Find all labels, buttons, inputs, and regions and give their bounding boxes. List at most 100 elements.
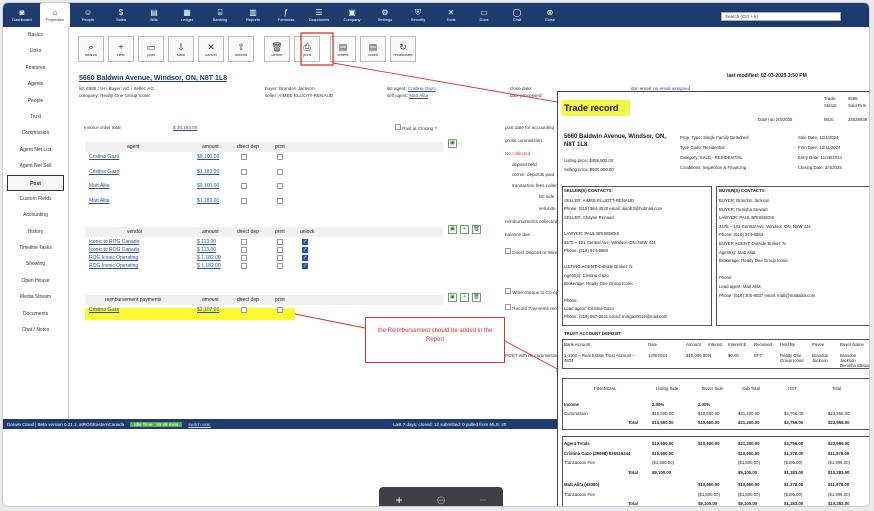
agent-name-link[interactable]: Matt Alita [89, 198, 110, 204]
sidebar-item-documents[interactable]: Documents [3, 306, 68, 322]
direct-dep-checkbox[interactable] [241, 183, 247, 189]
sidebar-item-agent-net-sell[interactable]: Agent Net Sell [3, 158, 68, 174]
trash-icon[interactable]: 🗑 [472, 293, 481, 302]
direct-dep-checkbox[interactable] [241, 154, 247, 160]
notes-button[interactable]: ▤ notes [360, 36, 386, 62]
direct-dep-checkbox[interactable] [241, 239, 247, 245]
sidebar-item-showing[interactable]: Showing [3, 256, 68, 272]
nav-formulas[interactable]: ƒ Formulas [271, 3, 301, 27]
sidebar-item-chat-notes[interactable]: Chat / Notes [3, 322, 68, 338]
sidebar-item-features[interactable]: Features [3, 60, 68, 76]
cancel-button[interactable]: ✕ cancel [198, 36, 224, 62]
print-checkbox[interactable] [277, 168, 283, 175]
vendor-name-link[interactable]: Iconic to ROG Canada [89, 239, 139, 245]
amount-link[interactable]: $ 1,182.00 [197, 255, 221, 261]
unlock-checkbox[interactable]: ✓ [302, 239, 308, 245]
sidebar-item-commission[interactable]: Commission [3, 125, 68, 141]
property-address[interactable]: 5660 Baldwin Avenue, Windsor, ON, N8T 1L… [79, 75, 227, 82]
paid-at-closing[interactable]: Paid at Closing ? [395, 124, 437, 131]
print-checkbox[interactable] [277, 263, 283, 269]
trash-icon[interactable]: 🗑 [472, 225, 481, 234]
nav-chat[interactable]: ◯ Chat [502, 3, 532, 27]
nav-properties[interactable]: ⌂ Properties [40, 3, 70, 27]
nav-close[interactable]: ⊗ Close [535, 3, 565, 27]
posting-checkbox[interactable] [505, 288, 511, 294]
print-checkbox[interactable] [277, 183, 283, 189]
amount-link[interactable]: $2,107.00 [197, 307, 219, 313]
letters-button[interactable]: ▤ letters [330, 36, 356, 62]
nav-banking[interactable]: ⌸ Banking [205, 3, 235, 27]
print-checkbox[interactable] [277, 154, 283, 160]
nav-docs[interactable]: ▭ Docs [469, 3, 499, 27]
zoom-in-button[interactable]: + [396, 493, 403, 506]
unlock-checkbox[interactable]: ✓ [302, 263, 308, 269]
sidebar-item-people[interactable]: People [3, 93, 68, 109]
sidebar-item-timeline-tasks[interactable]: Timeline Tasks [3, 240, 68, 256]
sidebar-item-agents[interactable]: Agents [3, 76, 68, 92]
direct-dep-checkbox[interactable] [241, 247, 247, 253]
sidebar-item-agent-net-list[interactable]: Agent Net List [3, 142, 68, 158]
amount-link[interactable]: $1,183.00 [197, 198, 219, 204]
direct-dep-checkbox[interactable] [241, 168, 247, 175]
search-input[interactable]: Search (Ctrl + k) [721, 12, 841, 21]
nav-ledger[interactable]: ▦ Ledger [172, 3, 202, 27]
sidebar-item-post[interactable]: Post [7, 174, 64, 191]
print-button[interactable]: ⎙ print [294, 36, 320, 62]
sidebar-item-links[interactable]: Links [3, 43, 68, 59]
nav-bills[interactable]: ▤ Bills [139, 3, 169, 27]
nav-settings[interactable]: ⚙ Settings [370, 3, 400, 27]
amount-link[interactable]: $ 1,182.00 [197, 263, 221, 269]
posting-checkbox[interactable] [505, 304, 511, 310]
sidebar-item-open-house[interactable]: Open House [3, 273, 68, 289]
nav-people[interactable]: ☺ People [73, 3, 103, 27]
direct-dep-checkbox[interactable] [241, 263, 247, 269]
print-checkbox[interactable] [277, 307, 283, 313]
grid-icon[interactable]: ▣ [448, 225, 457, 234]
nav-dropdowns[interactable]: ☰ Dropdowns [304, 3, 334, 27]
nav-reports[interactable]: ▥ Reports [238, 3, 268, 27]
agent-name-link[interactable]: Cristina Gazo [89, 169, 119, 175]
print-checkbox[interactable] [277, 197, 283, 204]
vendor-name-link[interactable]: ROG Iconic Operating [89, 263, 138, 269]
sidebar-item-trust[interactable]: Trust [3, 109, 68, 125]
sidebar-item-custom-fields[interactable]: Custom Fields [3, 191, 68, 207]
new-button[interactable]: + new [108, 36, 134, 62]
grid-icon[interactable]: ▣ [448, 139, 457, 148]
recalculate-button[interactable]: ↻ recalculate [390, 36, 416, 62]
sidebar-item-accounting[interactable]: Accounting [3, 207, 68, 223]
sidebar-item-basics[interactable]: Basics [3, 27, 68, 43]
nav-sales[interactable]: $ Sales [106, 3, 136, 27]
direct-dep-checkbox[interactable] [241, 197, 247, 204]
direct-dep-checkbox[interactable] [241, 255, 247, 261]
sidebar-item-history[interactable]: History [3, 224, 68, 240]
grid-icon[interactable]: ▣ [448, 293, 457, 302]
amount-link[interactable]: $ 113.00 [197, 247, 216, 253]
agent-name-link[interactable]: Cristina Gazo [89, 154, 119, 160]
nav-dashboard[interactable]: ◙ Dashboard [7, 3, 37, 27]
agent-name-link[interactable]: Matt Alita [89, 183, 110, 189]
print-checkbox[interactable] [277, 247, 283, 253]
amount-link[interactable]: $ 113.00 [197, 239, 216, 245]
sidebar-item-media-stream[interactable]: Media Stream [3, 289, 68, 305]
switch-user-link[interactable]: switch user [188, 422, 211, 427]
add-row-icon[interactable]: + [460, 293, 469, 302]
search-button[interactable]: ⌕ search [78, 36, 104, 62]
posting-checkbox[interactable] [505, 248, 511, 254]
vendor-name-link[interactable]: ROG Iconic Operating [89, 255, 138, 261]
save-button[interactable]: ⇩ save [168, 36, 194, 62]
unlock-checkbox[interactable]: ✓ [302, 255, 308, 261]
reimbursement-name-link[interactable]: Cristina Gazo [89, 307, 119, 313]
unlock-checkbox[interactable]: ✓ [302, 247, 308, 253]
submit-button[interactable]: ⇧ submit [228, 36, 254, 62]
list-agent-link[interactable]: Cristina Gazo [408, 86, 436, 91]
sell-agent-link[interactable]: Matt Alita [409, 93, 428, 98]
amount-link[interactable]: $1,183.00 [197, 169, 219, 175]
delete-button[interactable]: 🗑 delete [264, 36, 290, 62]
nav-tools[interactable]: ✕ Tools [436, 3, 466, 27]
zoom-minus-button[interactable]: − [479, 493, 486, 506]
nav-company[interactable]: ▣ Company [337, 3, 367, 27]
post-button[interactable]: ▭ post [138, 36, 164, 62]
print-checkbox[interactable] [277, 255, 283, 261]
nav-security[interactable]: ⛨ Security [403, 3, 433, 27]
amount-link[interactable]: $9,100.00 [197, 154, 219, 160]
